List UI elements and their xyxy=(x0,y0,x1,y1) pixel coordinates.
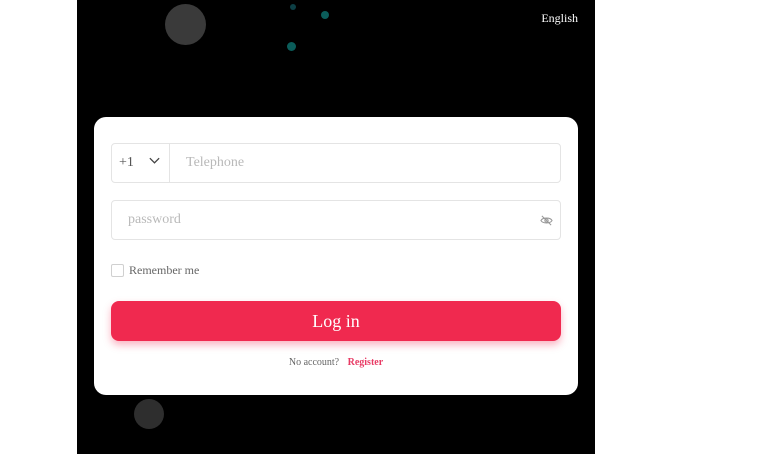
decorative-bubble xyxy=(165,4,206,45)
decorative-bubble xyxy=(290,4,296,10)
telephone-field-group: +1 xyxy=(111,143,561,183)
telephone-input[interactable] xyxy=(170,144,560,182)
decorative-bubble xyxy=(287,42,296,51)
language-selector[interactable]: English xyxy=(541,11,578,26)
country-code-select[interactable]: +1 xyxy=(112,144,170,182)
register-link[interactable]: Register xyxy=(348,357,384,368)
chevron-down-icon xyxy=(148,154,161,172)
register-prompt: No account? Register xyxy=(94,357,578,368)
country-code-value: +1 xyxy=(119,155,134,170)
decorative-bubble xyxy=(321,11,329,19)
no-account-text: No account? xyxy=(288,357,340,368)
decorative-bubble xyxy=(134,399,164,429)
eye-off-icon[interactable] xyxy=(532,201,560,239)
remember-me-label: Remember me xyxy=(129,263,200,277)
remember-me-toggle[interactable]: Remember me xyxy=(111,263,199,278)
password-field-group xyxy=(111,200,561,240)
login-button[interactable]: Log in xyxy=(111,301,561,341)
remember-me-checkbox[interactable] xyxy=(111,264,124,277)
login-card: +1 Remember me Log in No acc xyxy=(94,117,578,395)
password-input[interactable] xyxy=(112,201,532,239)
login-page-background: English +1 Remember me xyxy=(77,0,595,454)
